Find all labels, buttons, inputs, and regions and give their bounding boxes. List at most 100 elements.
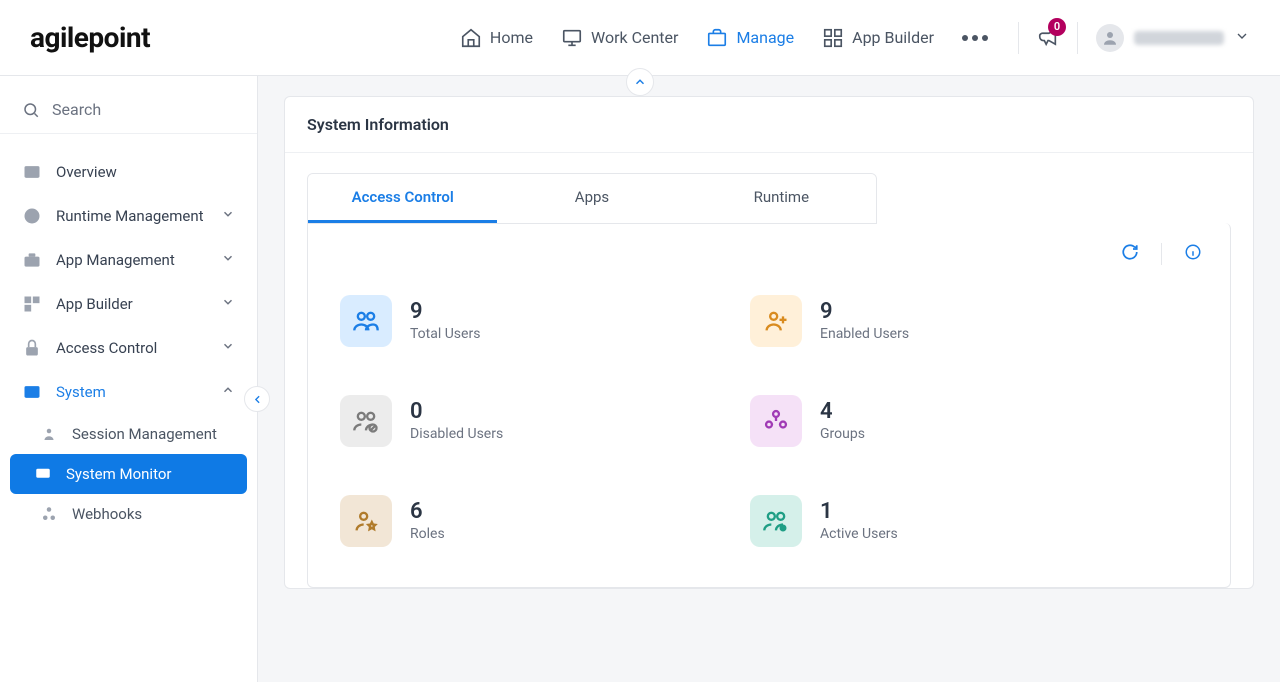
nav-app-builder[interactable]: App Builder (822, 27, 934, 49)
monitor-icon (34, 465, 52, 483)
sidebar-sub-system-monitor[interactable]: System Monitor (10, 454, 247, 494)
user-menu[interactable] (1096, 24, 1250, 52)
stat-value: 4 (820, 400, 865, 424)
person-icon (40, 425, 58, 443)
sidebar-item-label: Access Control (56, 339, 207, 357)
nav-work-center[interactable]: Work Center (561, 27, 678, 49)
divider (1077, 22, 1078, 54)
nav-work-center-label: Work Center (591, 28, 678, 47)
chevron-left-icon (251, 393, 264, 406)
refresh-icon (1121, 243, 1139, 261)
notifications-button[interactable]: 0 (1037, 25, 1059, 51)
tab-access-control[interactable]: Access Control (308, 174, 497, 223)
chevron-up-icon (221, 383, 235, 401)
sidebar-item-label: System (56, 383, 207, 401)
tabs: Access Control Apps Runtime (307, 173, 877, 224)
divider (1161, 243, 1162, 265)
header-right: 0 (1018, 22, 1250, 54)
home-icon (460, 27, 482, 49)
server-icon (22, 382, 42, 402)
dot-icon (962, 35, 968, 41)
sidebar-item-overview[interactable]: Overview (0, 150, 257, 194)
stat-value: 0 (410, 400, 503, 424)
stat-text: 1 Active Users (820, 500, 898, 542)
stat-total-users[interactable]: 9 Total Users (340, 295, 630, 347)
sidebar-sub-session-management[interactable]: Session Management (0, 414, 257, 454)
info-button[interactable] (1184, 243, 1202, 265)
tab-apps[interactable]: Apps (497, 174, 686, 223)
stat-groups[interactable]: 4 Groups (750, 395, 1040, 447)
stat-text: 0 Disabled Users (410, 400, 503, 442)
sidebar-item-label: App Management (56, 251, 207, 269)
sidebar-sub-webhooks[interactable]: Webhooks (0, 494, 257, 534)
sidebar-item-app-builder[interactable]: App Builder (0, 282, 257, 326)
info-icon (1184, 243, 1202, 261)
sidebar-item-runtime-management[interactable]: Runtime Management (0, 194, 257, 238)
header-collapse-toggle[interactable] (626, 68, 654, 96)
chevron-down-icon (1234, 28, 1250, 48)
user-star-icon (340, 495, 392, 547)
brand-text: agilepoint (30, 21, 150, 54)
nav-manage[interactable]: Manage (706, 27, 794, 49)
nav-more[interactable] (962, 35, 988, 41)
notification-badge: 0 (1048, 18, 1066, 36)
tab-label: Apps (575, 188, 609, 206)
stat-label: Total Users (410, 326, 480, 342)
user-active-icon (750, 495, 802, 547)
chevron-up-icon (633, 75, 647, 89)
sidebar-item-app-management[interactable]: App Management (0, 238, 257, 282)
divider (1018, 22, 1019, 54)
search-icon (22, 101, 40, 119)
main-content: System Information Access Control Apps R… (258, 76, 1280, 682)
stats-grid: 9 Total Users 9 Enabled Users (330, 295, 1050, 547)
nav-app-builder-label: App Builder (852, 28, 934, 47)
monitor-icon (561, 27, 583, 49)
chart-icon (22, 162, 42, 182)
stat-label: Enabled Users (820, 326, 909, 342)
stat-value: 9 (820, 300, 909, 324)
nav-home-label: Home (490, 28, 533, 47)
top-header: agilepoint Home Work Center Manage App B… (0, 0, 1280, 76)
search-input[interactable]: Search (0, 86, 257, 134)
brand-logo: agilepoint (30, 21, 150, 54)
stats-card: 9 Total Users 9 Enabled Users (307, 223, 1231, 588)
stat-text: 6 Roles (410, 500, 445, 542)
chevron-down-icon (221, 295, 235, 313)
stat-value: 6 (410, 500, 445, 524)
nav-manage-label: Manage (736, 28, 794, 47)
briefcase-icon (706, 27, 728, 49)
refresh-button[interactable] (1121, 243, 1139, 265)
top-nav: Home Work Center Manage App Builder (460, 27, 988, 49)
sidebar-item-system[interactable]: System (0, 370, 257, 414)
grid-icon (22, 294, 42, 314)
stat-active-users[interactable]: 1 Active Users (750, 495, 1040, 547)
stat-enabled-users[interactable]: 9 Enabled Users (750, 295, 1040, 347)
dot-icon (972, 35, 978, 41)
sidebar: Search Overview Runtime Management (0, 76, 258, 682)
stat-disabled-users[interactable]: 0 Disabled Users (340, 395, 630, 447)
sidebar-collapse-toggle[interactable] (244, 386, 270, 412)
system-info-panel: System Information Access Control Apps R… (284, 96, 1254, 589)
briefcase-icon (22, 250, 42, 270)
chevron-down-icon (221, 339, 235, 357)
webhook-icon (40, 505, 58, 523)
stat-text: 4 Groups (820, 400, 865, 442)
stat-roles[interactable]: 6 Roles (340, 495, 630, 547)
sidebar-item-access-control[interactable]: Access Control (0, 326, 257, 370)
dot-icon (982, 35, 988, 41)
tab-label: Runtime (754, 188, 809, 206)
groups-icon (750, 395, 802, 447)
stat-text: 9 Enabled Users (820, 300, 909, 342)
stat-value: 9 (410, 300, 480, 324)
tab-runtime[interactable]: Runtime (687, 174, 876, 223)
grid-icon (822, 27, 844, 49)
stat-value: 1 (820, 500, 898, 524)
search-placeholder: Search (52, 100, 101, 119)
stat-label: Disabled Users (410, 426, 503, 442)
sidebar-sub-label: System Monitor (66, 465, 171, 483)
panel-title: System Information (285, 97, 1253, 153)
sidebar-item-label: App Builder (56, 295, 207, 313)
sidebar-list: Overview Runtime Management App Manageme… (0, 134, 257, 550)
nav-home[interactable]: Home (460, 27, 533, 49)
sidebar-item-label: Runtime Management (56, 207, 207, 225)
